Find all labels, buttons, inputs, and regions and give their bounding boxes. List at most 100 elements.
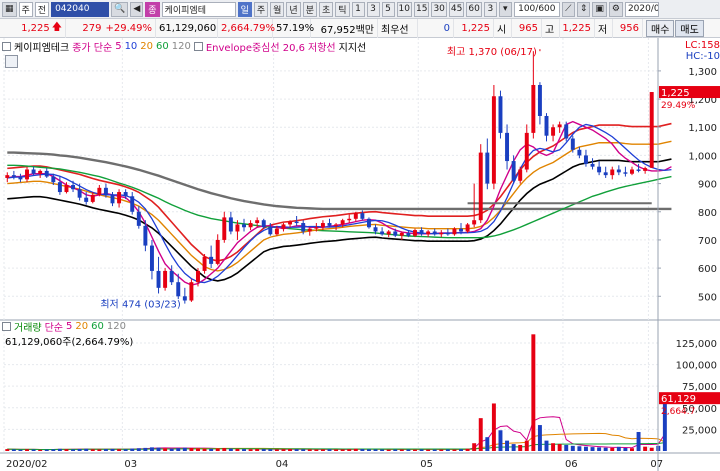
price-tick-label: 600 bbox=[698, 264, 717, 275]
candle-body bbox=[261, 220, 266, 228]
period-second[interactable]: 초 bbox=[318, 1, 334, 17]
candle-body bbox=[478, 152, 483, 221]
volume-bar bbox=[432, 449, 437, 451]
period-week[interactable]: 주 bbox=[253, 1, 269, 17]
volume-bar bbox=[248, 449, 253, 451]
volume-bar bbox=[491, 403, 496, 451]
volume-legend-checkbox[interactable] bbox=[2, 322, 11, 331]
period-day[interactable]: 일 bbox=[237, 1, 252, 17]
legend-checkbox[interactable] bbox=[2, 42, 11, 51]
volume-bar bbox=[498, 430, 503, 451]
interval-3[interactable]: 3 bbox=[366, 1, 380, 17]
candle-body bbox=[636, 169, 641, 171]
volume-bar bbox=[215, 448, 220, 451]
settings-icon[interactable]: ⚙ bbox=[608, 1, 623, 17]
candle-body bbox=[235, 224, 240, 232]
candle-body bbox=[485, 152, 490, 184]
tick-count-select[interactable]: 3 bbox=[483, 1, 497, 17]
volume-legend-label: 거래량 bbox=[14, 323, 42, 334]
interval-1[interactable]: 1 bbox=[351, 1, 365, 17]
volume-bar bbox=[445, 449, 450, 451]
period-tick[interactable]: 틱 bbox=[335, 1, 350, 17]
change-cell: 279 +29.49% bbox=[66, 18, 156, 38]
chart-type-icon[interactable]: ⟋ bbox=[561, 1, 575, 17]
sound-icon[interactable]: ◀ bbox=[130, 1, 144, 17]
candle-body bbox=[603, 172, 608, 176]
volume-bar bbox=[537, 425, 542, 451]
date-field[interactable]: 2020/07/0 bbox=[624, 1, 659, 17]
volume-bar bbox=[281, 449, 286, 451]
price-legend: 케이피엠테크 종가 단순 5 10 20 60 120 Envelope중심선 … bbox=[2, 40, 366, 54]
candle-body bbox=[360, 213, 365, 219]
volume-bar bbox=[242, 449, 246, 451]
candle-body bbox=[71, 185, 76, 190]
candle-body bbox=[38, 170, 43, 174]
sell-button[interactable]: 매도 bbox=[675, 19, 704, 37]
candle-body bbox=[169, 270, 174, 283]
volume-bar bbox=[406, 449, 411, 451]
grid-menu-icon[interactable]: ▦ bbox=[2, 1, 17, 17]
candle-body bbox=[294, 221, 299, 224]
volume-bar bbox=[511, 444, 516, 451]
legend-ma-60: 60 bbox=[156, 41, 169, 52]
candle-body bbox=[136, 211, 141, 226]
volume-bar bbox=[294, 449, 299, 451]
volume-bar bbox=[478, 418, 483, 451]
buy-button[interactable]: 매수 bbox=[646, 19, 675, 37]
volume-legend-ma-20: 20 bbox=[75, 321, 89, 332]
volume-bar bbox=[110, 448, 115, 451]
chart-canvas[interactable]: 1,3001,2001,1001,000900800700600500125,0… bbox=[0, 38, 720, 471]
x-tick-label: 03 bbox=[124, 459, 137, 470]
candle-body bbox=[649, 92, 654, 168]
stepper-icon[interactable]: ⇕ bbox=[576, 1, 591, 17]
search-icon[interactable]: 🔍 bbox=[111, 1, 129, 17]
interval-60[interactable]: 60 bbox=[466, 1, 482, 17]
candle-body bbox=[51, 176, 56, 183]
candle-body bbox=[597, 166, 602, 173]
volume-bar bbox=[524, 440, 529, 451]
trade-amount: 67,952백만 bbox=[311, 18, 378, 38]
volume-bar bbox=[465, 448, 470, 451]
price-tick-label: 500 bbox=[698, 292, 717, 303]
volume-bar bbox=[274, 449, 279, 451]
stock-code-input[interactable]: 042040 bbox=[51, 1, 110, 17]
legend-ma-label: 종가 단순 bbox=[72, 43, 113, 54]
interval-5[interactable]: 5 bbox=[381, 1, 395, 17]
period-year[interactable]: 년 bbox=[286, 1, 301, 17]
volume-bar bbox=[360, 449, 365, 451]
legend-envelope-checkbox[interactable] bbox=[193, 42, 203, 51]
volume-bar bbox=[117, 449, 122, 451]
volume-bar bbox=[373, 449, 378, 451]
volume-bar bbox=[380, 449, 385, 451]
interval-15[interactable]: 15 bbox=[414, 1, 430, 17]
volume-bar bbox=[209, 448, 214, 451]
volume-bar bbox=[136, 448, 141, 451]
candle-body bbox=[176, 282, 181, 297]
candle-body bbox=[347, 218, 352, 221]
x-tick-label: 05 bbox=[420, 459, 433, 470]
volume-bar bbox=[196, 448, 200, 451]
stock-type-select[interactable]: 주 bbox=[18, 1, 33, 17]
candle-body bbox=[373, 227, 378, 232]
period-month[interactable]: 월 bbox=[270, 1, 285, 17]
candle-body bbox=[511, 161, 516, 181]
candle-body bbox=[630, 169, 634, 174]
candle-body bbox=[459, 228, 463, 232]
volume-bar bbox=[130, 448, 135, 451]
interval-45[interactable]: 45 bbox=[448, 1, 465, 17]
period-minute[interactable]: 분 bbox=[302, 1, 317, 17]
prev-button[interactable]: 전 bbox=[34, 1, 50, 17]
volume-bar bbox=[255, 449, 260, 451]
chevron-down-icon[interactable]: ▾ bbox=[498, 1, 512, 17]
lock-icon[interactable]: ▣ bbox=[592, 1, 607, 17]
stock-name-field[interactable]: 케이피엠테 bbox=[161, 1, 236, 17]
data-count-field[interactable]: 100/600 bbox=[513, 1, 560, 17]
volume-bar bbox=[288, 449, 293, 451]
volume-bar bbox=[123, 449, 128, 451]
interval-10[interactable]: 10 bbox=[396, 1, 412, 17]
candle-body bbox=[393, 231, 398, 236]
drawing-tool-icon[interactable] bbox=[5, 55, 18, 68]
volume-legend-ma-60: 60 bbox=[91, 321, 104, 332]
interval-30[interactable]: 30 bbox=[431, 1, 447, 17]
volume-bar bbox=[531, 334, 536, 451]
